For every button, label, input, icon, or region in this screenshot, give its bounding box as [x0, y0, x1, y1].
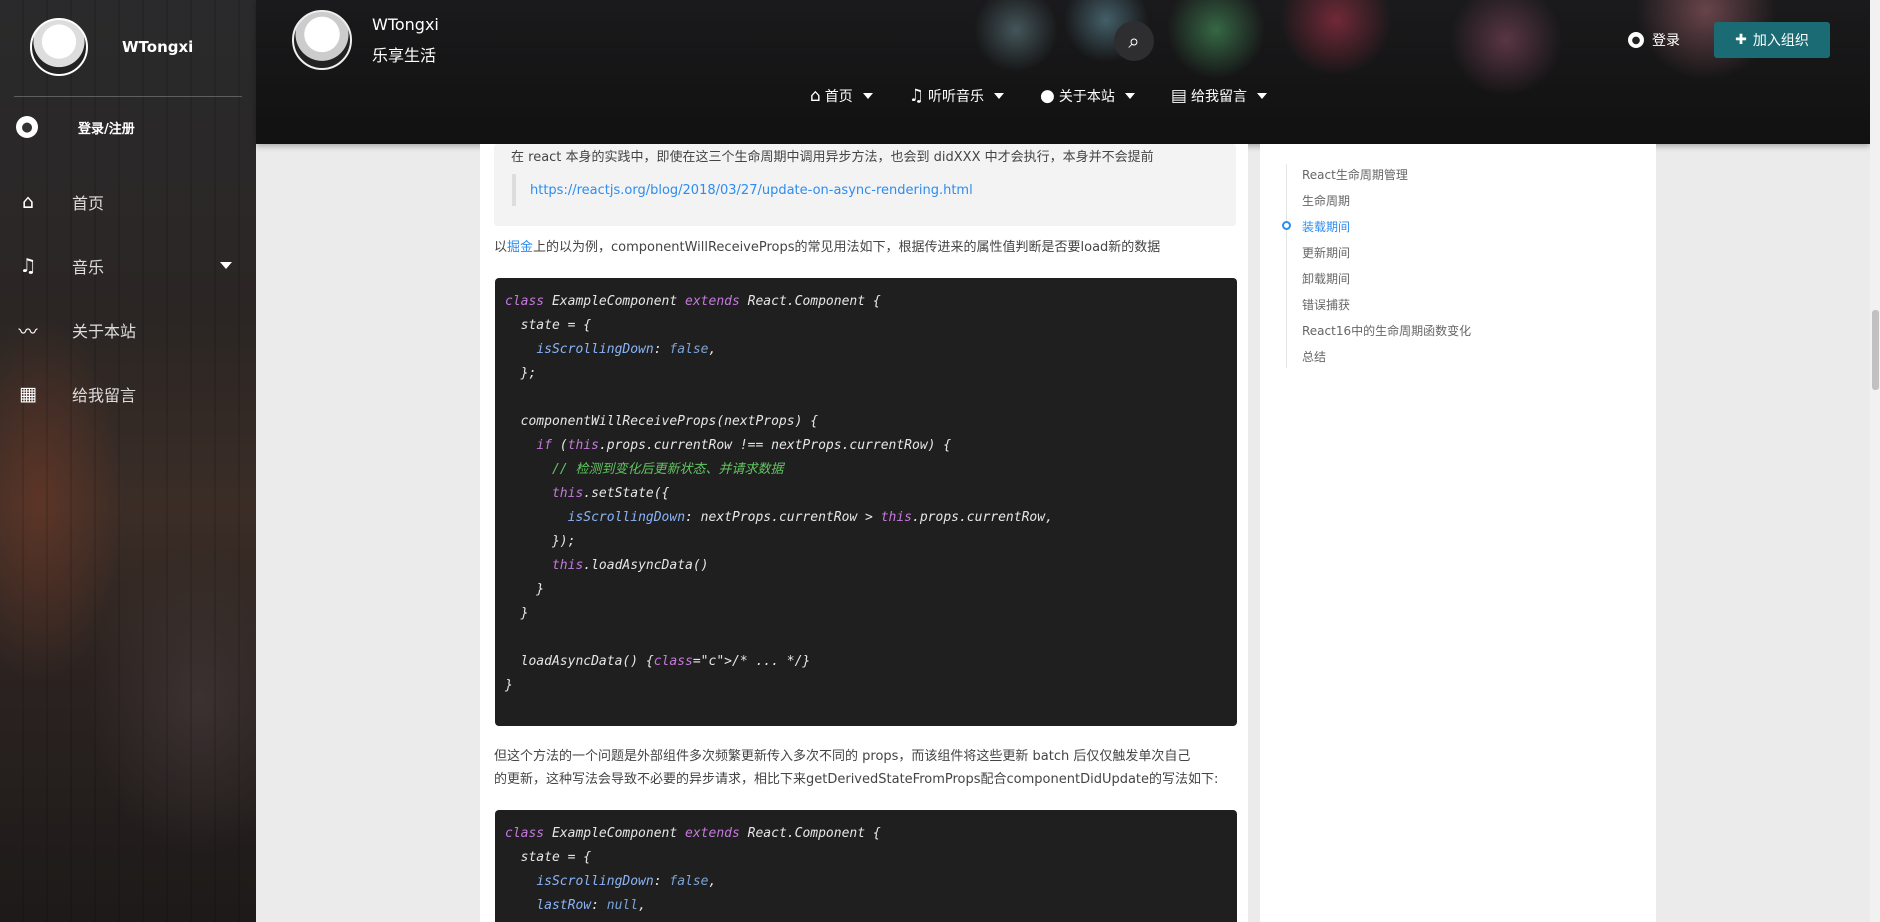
music-icon: ♫ — [19, 255, 37, 277]
sidebar-item-label: 首页 — [72, 194, 105, 213]
code-line: state = { — [505, 318, 592, 333]
home-icon: ⌂ — [810, 86, 821, 106]
divider — [14, 96, 242, 97]
toc-item[interactable]: 装载期间 — [1302, 218, 1350, 235]
code-line: } — [505, 678, 513, 693]
sidebar-item-music[interactable]: ♫ 音乐 — [0, 234, 256, 298]
site-slogan: 乐享生活 — [372, 45, 437, 65]
caret-down-icon — [862, 93, 873, 99]
sidebar-item-home[interactable]: ⌂ 首页 — [0, 170, 256, 234]
toc-track — [1286, 164, 1287, 368]
nav-item-about[interactable]: ● 关于本站 — [1040, 86, 1135, 106]
toc-active-indicator — [1282, 221, 1291, 230]
code-line: state = { — [505, 850, 592, 865]
code-line: } — [505, 582, 545, 597]
article-content: 在 react 本身的实践中，即使在这三个生命周期中调用异步方法，也会到 did… — [480, 144, 1248, 922]
sidebar-profile[interactable]: WTongxi — [30, 18, 193, 76]
code-line: }; — [505, 366, 537, 381]
reference-link[interactable]: https://reactjs.org/blog/2018/03/27/upda… — [512, 174, 973, 206]
scrollbar-thumb[interactable] — [1872, 310, 1879, 390]
search-icon: ⌕ — [1128, 29, 1140, 53]
sidebar-item-message[interactable]: ▦ 给我留言 — [0, 362, 256, 426]
paragraph: 以掘金上的以为例，componentWillReceiveProps的常见用法如… — [494, 236, 1160, 259]
code-line: isScrollingDown: false, — [536, 874, 717, 889]
code-line: componentWillReceiveProps(nextProps) { — [505, 414, 819, 429]
user-plus-icon: ✚ — [1735, 32, 1747, 48]
toc-item[interactable]: 总结 — [1302, 348, 1326, 365]
quote-text: 在 react 本身的实践中，即使在这三个生命周期中调用异步方法，也会到 did… — [511, 150, 1154, 165]
code-line: lastRow: null, — [536, 898, 646, 913]
nav-item-home[interactable]: ⌂ 首页 — [810, 86, 873, 106]
nav-item-music[interactable]: ♫ 听听音乐 — [908, 86, 1005, 106]
avatar[interactable] — [30, 18, 88, 76]
search-button[interactable]: ⌕ — [1114, 21, 1154, 61]
code-line: isScrollingDown: false, — [536, 342, 717, 357]
code-block: class ExampleComponent extends React.Com… — [495, 810, 1237, 922]
login-register-link[interactable]: ● 登录/注册 — [16, 116, 135, 138]
code-line: }); — [505, 534, 576, 549]
join-label: 加入组织 — [1752, 33, 1809, 49]
site-author: WTongxi — [372, 14, 439, 34]
code-block: class ExampleComponent extends React.Com… — [495, 278, 1237, 726]
code-line: if (this.props.currentRow !== nextProps.… — [536, 438, 952, 453]
code-line: class ExampleComponent extends React.Com… — [505, 826, 881, 841]
blockquote: 在 react 本身的实践中，即使在这三个生命周期中调用异步方法，也会到 did… — [494, 144, 1236, 226]
nav-item-label: 关于本站 — [1058, 89, 1115, 105]
code-line: loadAsyncData() {class="c">/* ... */} — [505, 654, 811, 669]
page-scrollbar[interactable] — [1870, 0, 1880, 922]
toc-item[interactable]: 错误捕获 — [1302, 296, 1350, 313]
code-line: } — [505, 606, 529, 621]
caret-down-icon — [1124, 93, 1135, 99]
sidebar-nav: ⌂ 首页 ♫ 音乐 〰 关于本站 ▦ 给我留言 — [0, 170, 256, 426]
table-of-contents: React生命周期管理 生命周期 装载期间 更新期间 卸载期间 错误捕获 Rea… — [1260, 144, 1656, 922]
paragraph-text: 以 — [494, 240, 508, 255]
login-register-label: 登录/注册 — [78, 121, 135, 137]
home-icon: ⌂ — [21, 191, 35, 213]
code-line: this.setState({ — [551, 486, 670, 501]
code-line: // 检测到变化后更新状态、并请求数据 — [505, 462, 784, 477]
chart-line-icon: 〰 — [18, 320, 38, 343]
address-card-icon: ▤ — [1170, 86, 1187, 106]
sidebar: WTongxi ● 登录/注册 ⌂ 首页 ♫ 音乐 〰 关于本站 ▦ 给我留言 — [0, 0, 256, 922]
avatar[interactable] — [292, 10, 352, 70]
user-circle-icon: ● — [16, 116, 38, 138]
sidebar-item-about[interactable]: 〰 关于本站 — [0, 298, 256, 362]
login-label: 登录 — [1652, 33, 1680, 49]
toc-item[interactable]: 卸载期间 — [1302, 270, 1350, 287]
sidebar-item-label: 给我留言 — [72, 386, 137, 405]
juejin-link[interactable]: 掘金 — [507, 240, 533, 255]
code-line: isScrollingDown: nextProps.currentRow > … — [567, 510, 1053, 525]
code-line: this.loadAsyncData() — [551, 558, 709, 573]
toc-item[interactable]: 更新期间 — [1302, 244, 1350, 261]
sidebar-username: WTongxi — [122, 38, 194, 56]
user-circle-icon: ● — [1628, 32, 1644, 48]
sidebar-item-label: 音乐 — [72, 258, 105, 277]
nav-item-label: 给我留言 — [1190, 89, 1247, 105]
caret-down-icon[interactable] — [220, 262, 232, 269]
nav-item-label: 听听音乐 — [928, 89, 985, 105]
site-header: WTongxi 乐享生活 ⌕ ● 登录 ✚ 加入组织 ⌂ 首页 ♫ 听听音乐 ●… — [256, 0, 1870, 144]
toc-item[interactable]: React16中的生命周期函数变化 — [1302, 322, 1471, 339]
toc-item[interactable]: React生命周期管理 — [1302, 166, 1408, 183]
paragraph-text: 的更新，这种写法会导致不必要的异步请求，相比下来getDerivedStateF… — [494, 772, 1219, 787]
login-button[interactable]: ● 登录 — [1628, 30, 1680, 50]
nav-item-message[interactable]: ▤ 给我留言 — [1171, 86, 1267, 106]
nav-item-label: 首页 — [824, 89, 853, 105]
code-line: class ExampleComponent extends React.Com… — [505, 294, 881, 309]
sidebar-item-label: 关于本站 — [72, 322, 137, 341]
paragraph: 但这个方法的一个问题是外部组件多次频繁更新传入多次不同的 props，而该组件将… — [494, 745, 1218, 791]
user-circle-icon: ● — [1040, 86, 1055, 106]
caret-down-icon — [1256, 93, 1267, 99]
header-profile[interactable]: WTongxi 乐享生活 — [292, 10, 439, 70]
caret-down-icon — [994, 93, 1005, 99]
join-button[interactable]: ✚ 加入组织 — [1714, 22, 1830, 58]
calendar-icon: ▦ — [19, 383, 37, 405]
toc-item[interactable]: 生命周期 — [1302, 192, 1350, 209]
music-icon: ♫ — [908, 86, 925, 106]
top-nav: ⌂ 首页 ♫ 听听音乐 ● 关于本站 ▤ 给我留言 — [810, 86, 1303, 106]
paragraph-text: 但这个方法的一个问题是外部组件多次频繁更新传入多次不同的 props，而该组件将… — [494, 749, 1191, 764]
paragraph-text: 上的以为例，componentWillReceiveProps的常见用法如下，根… — [533, 240, 1161, 255]
